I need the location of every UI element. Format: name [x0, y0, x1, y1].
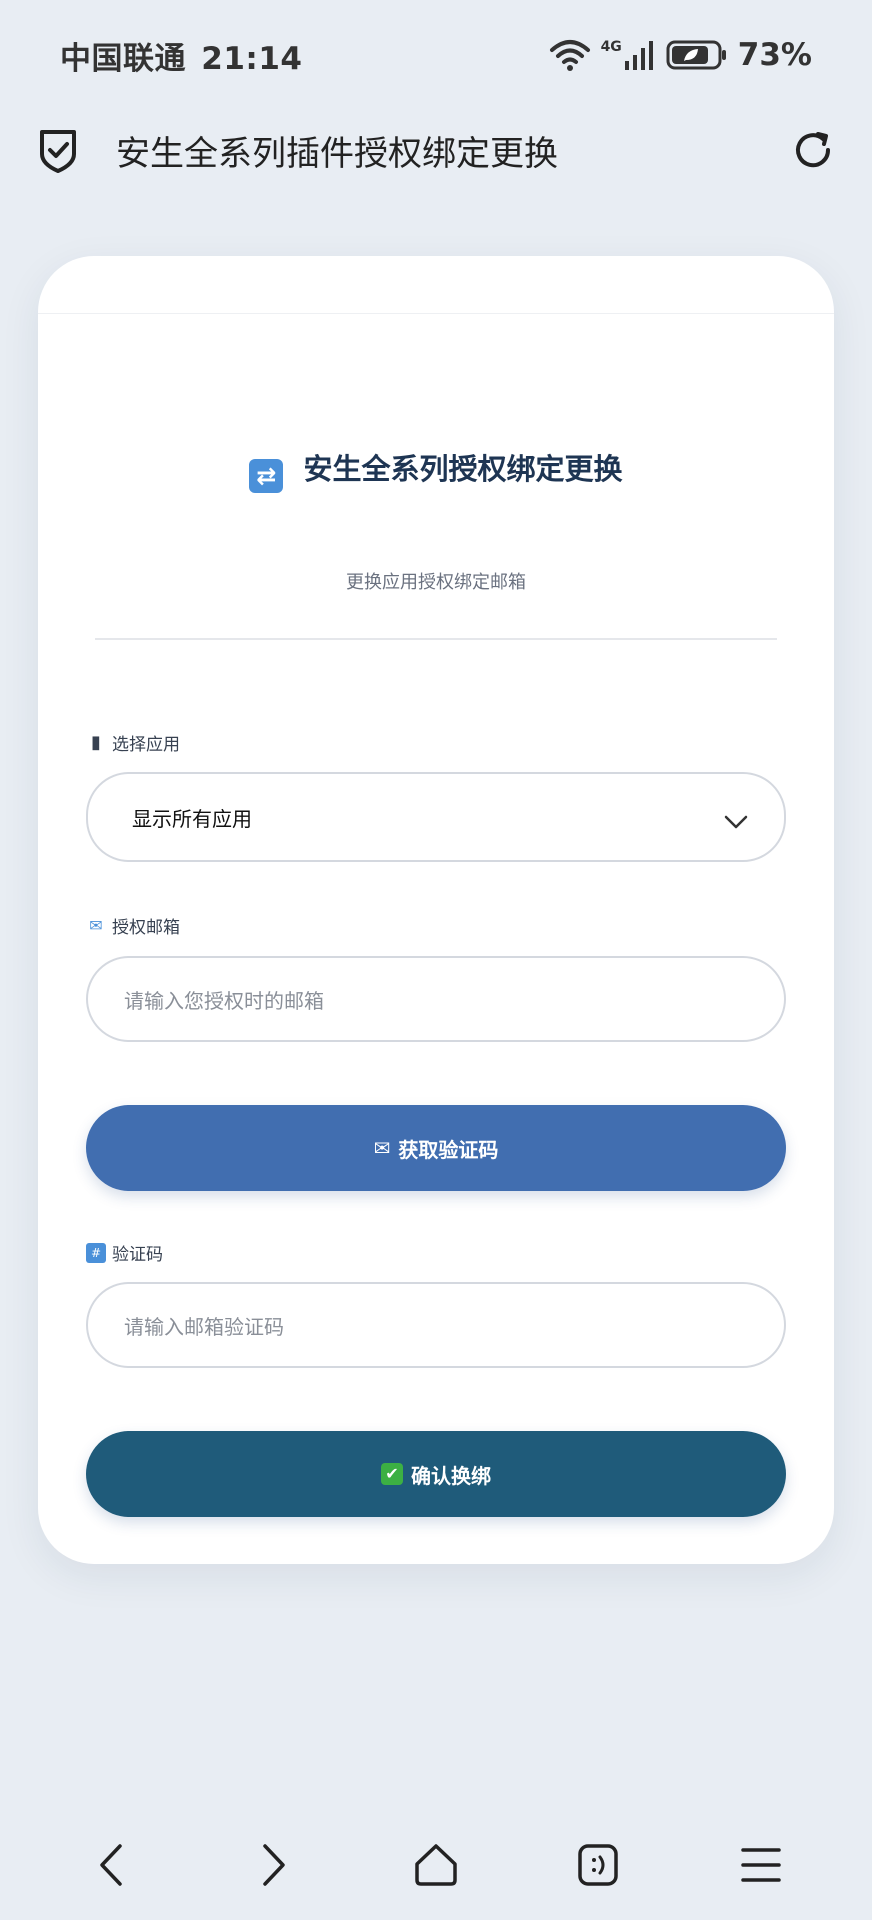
app-select-value: 显示所有应用	[132, 806, 252, 831]
home-icon[interactable]	[391, 1820, 481, 1910]
swap-arrows-icon: ⇄	[249, 459, 284, 493]
title-divider	[95, 638, 777, 640]
email-field[interactable]: 请输入您授权时的邮箱	[86, 956, 786, 1042]
card-title: ⇄ 安生全系列授权绑定更换	[38, 446, 834, 493]
battery-percent: 73%	[737, 37, 812, 73]
verification-code-field[interactable]: 请输入邮箱验证码	[86, 1282, 786, 1368]
chevron-down-icon	[724, 810, 748, 829]
status-right: 4G 73%	[549, 37, 812, 73]
battery-icon	[666, 40, 728, 70]
network-type: 4G	[600, 39, 622, 55]
phone-icon: ▮	[91, 732, 101, 753]
form-card: ⇄ 安生全系列授权绑定更换 更换应用授权绑定邮箱 ▮ 选择应用 显示所有应用 ✉…	[38, 256, 834, 1564]
forward-icon[interactable]	[229, 1820, 319, 1910]
app-select[interactable]: 显示所有应用	[86, 772, 786, 862]
bottom-nav	[0, 1820, 872, 1910]
clock: 21:14	[201, 40, 303, 77]
reload-icon[interactable]	[790, 127, 836, 173]
confirm-rebind-button-label: 确认换绑	[411, 1463, 491, 1488]
get-code-button[interactable]: ✉ 获取验证码	[86, 1105, 786, 1191]
status-left: 中国联通 21:14	[60, 33, 306, 78]
card-subtitle: 更换应用授权绑定邮箱	[346, 572, 526, 593]
code-placeholder: 请输入邮箱验证码	[124, 1314, 284, 1339]
app-header: 安生全系列插件授权绑定更换	[0, 110, 872, 190]
get-code-button-label: 获取验证码	[398, 1137, 499, 1162]
select-app-label: ▮ 选择应用	[86, 730, 180, 755]
wifi-icon	[549, 38, 591, 72]
page-title: 安生全系列插件授权绑定更换	[116, 133, 558, 174]
email-label-text: 授权邮箱	[112, 918, 180, 938]
code-label-text: 验证码	[112, 1245, 163, 1265]
menu-icon[interactable]	[716, 1820, 806, 1910]
email-placeholder: 请输入您授权时的邮箱	[124, 988, 324, 1013]
card-top-divider	[38, 313, 834, 314]
envelope-icon: ✉	[373, 1136, 391, 1160]
card-title-text: 安生全系列授权绑定更换	[303, 452, 623, 486]
cellular-signal-icon: 4G	[601, 39, 656, 71]
select-app-label-text: 选择应用	[112, 735, 180, 755]
status-bar: 中国联通 21:14 4G 73%	[0, 0, 872, 110]
email-icon: ✉	[89, 916, 103, 935]
shield-check-icon[interactable]	[36, 126, 80, 174]
back-icon[interactable]	[66, 1820, 156, 1910]
numbers-icon: #	[86, 1242, 106, 1263]
check-mark-icon: ✔	[381, 1463, 403, 1485]
carrier-name: 中国联通	[60, 40, 186, 77]
confirm-rebind-button[interactable]: ✔ 确认换绑	[86, 1431, 786, 1517]
email-label: ✉ 授权邮箱	[86, 913, 180, 938]
code-label: # 验证码	[86, 1240, 163, 1265]
tabs-icon[interactable]	[553, 1820, 643, 1910]
